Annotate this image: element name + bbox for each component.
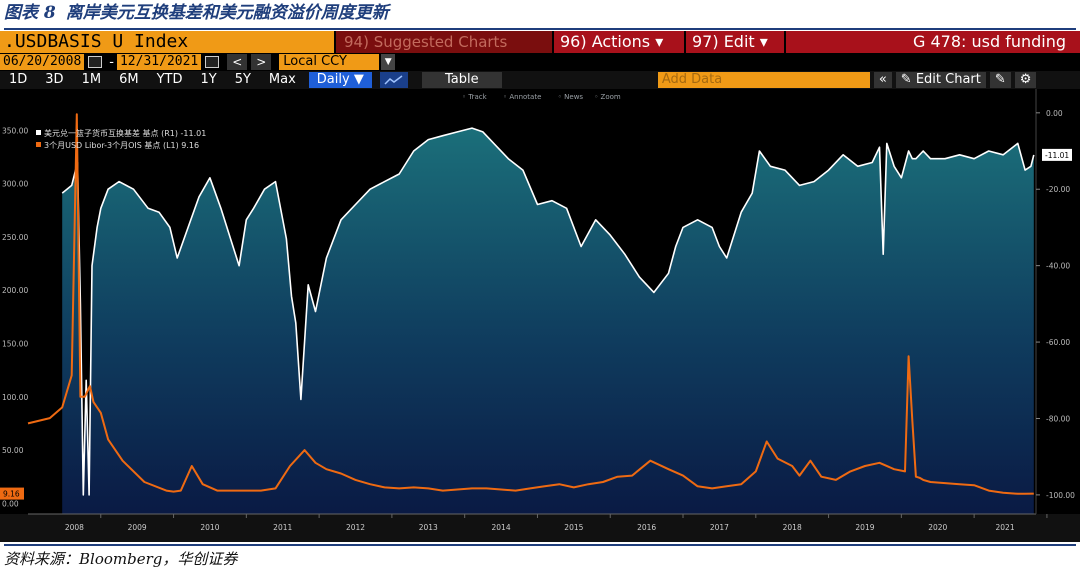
line-chart: ◦ Track ◦ Annotate ◦ News ◦ Zoom 350.00 300.0… <box>0 89 1080 542</box>
last-value-label-fx-basis: -11.01 <box>1045 151 1069 160</box>
range-max[interactable]: Max <box>260 71 305 89</box>
figure-label: 图表 8 <box>4 3 56 23</box>
range-ytd[interactable]: YTD <box>148 71 192 89</box>
left-axis-tick-label: 300.00 <box>2 180 28 189</box>
last-value-label-libor-ois: 9.16 <box>3 490 20 499</box>
x-axis-tick-label: 2021 <box>996 523 1015 532</box>
left-axis-tick-label: 0.00 <box>2 499 19 508</box>
right-axis-tick-label: -40.00 <box>1046 262 1070 271</box>
range-5y[interactable]: 5Y <box>226 71 260 89</box>
legend-swatch-libor-ois <box>36 142 41 147</box>
edit-menu[interactable]: 97) Edit ▾ <box>686 31 784 53</box>
range-6m[interactable]: 6M <box>110 71 148 89</box>
range-bar: 1D 3D 1M 6M YTD 1Y 5Y Max Daily ▼ Table … <box>0 71 1080 89</box>
right-axis-tick-label: -80.00 <box>1046 414 1070 423</box>
currency-select[interactable]: Local CCY <box>279 54 380 70</box>
range-1d[interactable]: 1D <box>0 71 36 89</box>
x-axis-tick-label: 2020 <box>928 523 947 532</box>
calendar-icon[interactable] <box>88 56 103 68</box>
prev-period-button[interactable]: < <box>227 54 248 70</box>
command-bar: .USDBASIS U Index 94) Suggested Charts 9… <box>0 31 1080 53</box>
right-axis-tick-label: -100.00 <box>1046 491 1075 500</box>
left-axis-tick-label: 150.00 <box>2 339 28 348</box>
legend-swatch-fx-basis <box>36 130 41 135</box>
x-axis-band <box>0 514 1080 542</box>
date-separator: - <box>109 54 114 70</box>
table-button[interactable]: Table <box>421 72 502 88</box>
suggested-charts-button[interactable]: 94) Suggested Charts <box>336 31 552 53</box>
legend-label-fx-basis: 美元兑一篮子货币互换基差 基点 (R1) -11.01 <box>44 128 206 138</box>
add-data-input[interactable]: Add Data <box>657 72 870 88</box>
left-axis-tick-label: 50.00 <box>2 446 24 455</box>
gear-icon[interactable]: ⚙ <box>1014 72 1037 88</box>
figure-source: 资料来源：Bloomberg，华创证券 <box>4 544 1076 570</box>
figure-title-text: 离岸美元互换基差和美元融资溢价周度更新 <box>65 3 389 23</box>
next-period-button[interactable]: > <box>251 54 272 70</box>
left-axis-tick-label: 200.00 <box>2 286 28 295</box>
right-axis-tick-label: -60.00 <box>1046 338 1070 347</box>
chart-tool-annotate: ◦ Annotate <box>503 93 541 101</box>
line-chart-icon[interactable] <box>379 72 408 88</box>
actions-menu[interactable]: 96) Actions ▾ <box>554 31 684 53</box>
x-axis-tick-label: 2009 <box>128 523 147 532</box>
edit-chart-button[interactable]: ✎ Edit Chart <box>895 72 986 88</box>
chart-tool-zoom: ◦ Zoom <box>594 93 621 101</box>
start-date-input[interactable]: 06/20/2008 <box>0 54 85 70</box>
x-axis-tick-label: 2014 <box>492 523 511 532</box>
right-axis-tick-label: 0.00 <box>1046 109 1063 118</box>
x-axis-tick-label: 2018 <box>783 523 802 532</box>
x-axis-tick-label: 2010 <box>200 523 219 532</box>
right-axis-tick-label: -20.00 <box>1046 185 1070 194</box>
bloomberg-terminal: .USDBASIS U Index 94) Suggested Charts 9… <box>0 31 1080 542</box>
chevron-down-icon[interactable]: ▼ <box>381 54 396 70</box>
x-axis-tick-label: 2016 <box>637 523 656 532</box>
x-axis-tick-label: 2012 <box>346 523 365 532</box>
range-1m[interactable]: 1M <box>73 71 111 89</box>
pencil-icon[interactable]: ✎ <box>989 72 1011 88</box>
x-axis-tick-label: 2015 <box>564 523 583 532</box>
ticker-field[interactable]: .USDBASIS U Index <box>0 31 334 53</box>
function-title: G 478: usd funding <box>786 31 1080 53</box>
end-date-input[interactable]: 12/31/2021 <box>116 54 202 70</box>
left-axis-tick-label: 100.00 <box>2 393 28 402</box>
x-axis-tick-label: 2013 <box>419 523 438 532</box>
range-1y[interactable]: 1Y <box>191 71 225 89</box>
x-axis-tick-label: 2019 <box>855 523 874 532</box>
chart-tool-news: ◦ News <box>558 93 584 101</box>
chart-area: ◦ Track ◦ Annotate ◦ News ◦ Zoom 350.00 300.0… <box>0 89 1080 542</box>
range-3d[interactable]: 3D <box>36 71 72 89</box>
x-axis-tick-label: 2008 <box>65 523 84 532</box>
calendar-icon[interactable] <box>205 56 220 68</box>
left-axis-tick-label: 250.00 <box>2 233 28 242</box>
chart-tool-track: ◦ Track <box>462 93 488 101</box>
x-axis-tick-label: 2011 <box>273 523 292 532</box>
collapse-button[interactable]: « <box>873 72 892 88</box>
legend-label-libor-ois: 3个月USD Libor-3个月OIS 基点 (L1) 9.16 <box>44 140 199 150</box>
figure-title: 图表 8 离岸美元互换基差和美元融资溢价周度更新 <box>4 0 1076 30</box>
frequency-select[interactable]: Daily ▼ <box>308 72 372 88</box>
x-axis-tick-label: 2017 <box>710 523 729 532</box>
left-axis-tick-label: 350.00 <box>2 126 28 135</box>
date-bar: 06/20/2008 - 12/31/2021 < > Local CCY ▼ <box>0 53 1080 71</box>
